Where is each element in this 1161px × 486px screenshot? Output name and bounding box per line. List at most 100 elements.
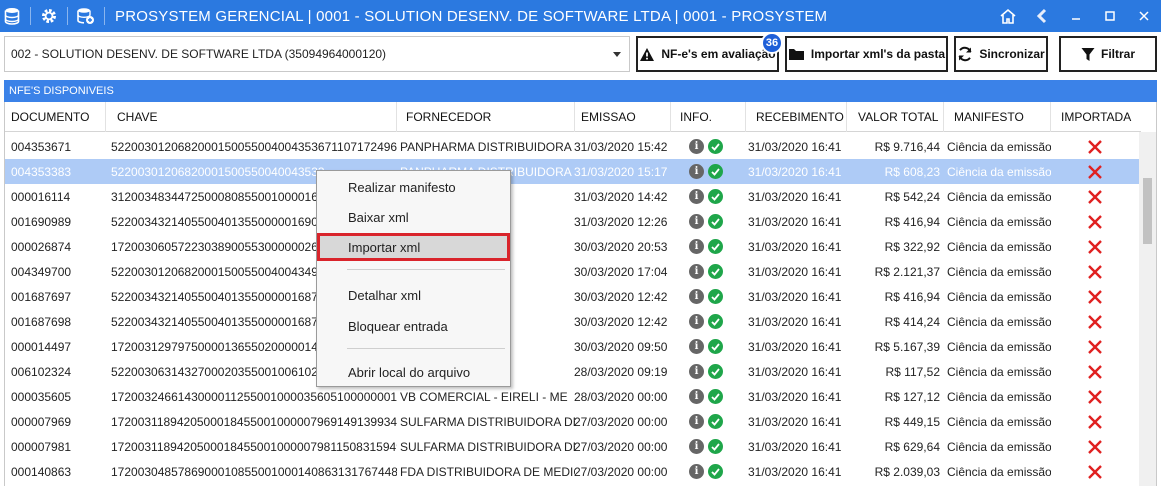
info-icon[interactable]: i [689,264,704,279]
column-header-valor-total[interactable]: VALOR TOTAL [847,102,944,132]
cell-valor: R$ 608,23 [884,164,940,179]
table-row[interactable]: 000035605 1720032466143000011255001000035… [5,384,1141,409]
check-circle-icon [708,414,723,429]
cell-recebimento: 31/03/2020 16:41 [748,189,842,204]
table-row[interactable]: 004349700 5220030120682000150055004004349… [5,259,1141,284]
menu-item-detalhar-xml[interactable]: Detalhar xml [318,282,509,308]
table-row[interactable]: 000014497 1720031297975000013655020000014… [5,334,1141,359]
cell-documento: 000140863 [11,464,72,479]
cell-emissao: 30/03/2020 20:53 [574,239,668,254]
check-circle-icon [708,164,723,179]
menu-item-baixar-xml[interactable]: Baixar xml [318,204,509,230]
info-icon[interactable]: i [689,364,704,379]
info-icon[interactable]: i [689,439,704,454]
menu-item-realizar-manifesto[interactable]: Realizar manifesto [318,174,509,200]
cell-fornecedor: PANPHARMA DISTRIBUIDORA DE [400,139,575,154]
column-header-documento[interactable]: DOCUMENTO [5,102,106,132]
cell-documento: 001690989 [11,214,72,229]
cell-info: i [689,409,739,434]
cell-documento: 004353671 [11,139,72,154]
table-row[interactable]: 000007981 1720031189420500018455001000007… [5,434,1141,459]
info-icon[interactable]: i [689,189,704,204]
column-header-manifesto[interactable]: MANIFESTO [944,102,1051,132]
close-icon[interactable] [1127,0,1161,32]
cell-importada [1087,259,1107,284]
company-select[interactable]: 002 - SOLUTION DESENV. DE SOFTWARE LTDA … [4,36,630,72]
cell-fornecedor: SULFARMA DISTRIBUIDORA DE [400,439,575,454]
minimize-icon[interactable] [1059,0,1093,32]
cell-recebimento: 31/03/2020 16:41 [748,389,842,404]
sync-button[interactable]: Sincronizar [954,36,1048,72]
back-icon[interactable] [1025,0,1059,32]
table-row[interactable]: 006102324 5220030631432700020355001006102… [5,359,1141,384]
column-header-importada[interactable]: IMPORTADA [1051,102,1141,132]
cell-info: i [689,134,739,159]
info-icon[interactable]: i [689,239,704,254]
column-header-chave[interactable]: CHAVE [106,102,397,132]
database-icon[interactable] [0,0,24,32]
info-icon[interactable]: i [689,339,704,354]
info-icon[interactable]: i [689,139,704,154]
info-icon[interactable]: i [689,214,704,229]
info-icon[interactable]: i [689,314,704,329]
context-menu: Realizar manifesto Baixar xml Importar x… [316,170,511,387]
cell-valor: R$ 117,52 [885,364,941,379]
table-row[interactable]: 000140863 1720030485786900010855001000140… [5,459,1141,484]
menu-item-importar-xml[interactable]: Importar xml [317,233,510,261]
cell-documento: 000026874 [11,239,72,254]
cell-emissao: 31/03/2020 12:26 [574,214,668,229]
cell-valor: R$ 449,15 [884,414,940,429]
maximize-icon[interactable] [1093,0,1127,32]
info-icon[interactable]: i [689,289,704,304]
cell-recebimento: 31/03/2020 16:41 [748,289,842,304]
menu-item-abrir-local-arquivo[interactable]: Abrir local do arquivo [318,359,509,385]
table-row[interactable]: 000026874 1720030605722303890055300000026… [5,234,1141,259]
scrollbar-thumb[interactable] [1143,178,1152,244]
table-row[interactable]: 001687698 5220034321405500401355000001687… [5,309,1141,334]
table-row[interactable]: 001687697 5220034321405500401355000001687… [5,284,1141,309]
cell-info: i [689,434,739,459]
grid-scrollbar[interactable] [1139,132,1156,486]
cell-emissao: 28/03/2020 00:00 [574,389,668,404]
not-imported-x-icon [1088,239,1102,254]
column-header-emissao[interactable]: EMISSAO [575,102,671,132]
not-imported-x-icon [1088,314,1102,329]
not-imported-x-icon [1088,339,1102,354]
cell-info: i [689,359,739,384]
info-icon[interactable]: i [689,164,704,179]
filter-button[interactable]: Filtrar [1059,36,1157,72]
cell-importada [1087,359,1107,384]
table-row[interactable]: 001690989 5220034321405500401355000001690… [5,209,1141,234]
home-icon[interactable] [991,0,1025,32]
table-row[interactable]: 004353671 5220030120682000150055004004353… [5,134,1141,159]
not-imported-x-icon [1088,189,1102,204]
column-header-recebimento[interactable]: RECEBIMENTO [746,102,847,132]
table-row[interactable]: 000007969 1720031189420500018455001000007… [5,409,1141,434]
info-icon[interactable]: i [689,414,704,429]
cell-manifesto: Ciência da emissão [947,339,1051,354]
cell-valor: R$ 414,24 [884,314,940,329]
cell-documento: 006102324 [11,364,72,379]
not-imported-x-icon [1088,439,1102,454]
nfe-evaluation-button[interactable]: NF-e's em avaliação 36 [636,32,783,72]
table-row[interactable]: 004353383 5220030120682000150055004004353… [5,159,1141,184]
cell-chave: 1720031189420500018455001000007981150831… [111,439,397,454]
cell-importada [1087,409,1107,434]
gear-icon[interactable] [37,0,61,32]
info-icon[interactable]: i [689,464,704,479]
database-sync-icon[interactable] [74,0,98,32]
info-icon[interactable]: i [689,389,704,404]
menu-item-bloquear-entrada[interactable]: Bloquear entrada [318,313,509,339]
cell-recebimento: 31/03/2020 16:41 [748,264,842,279]
check-circle-icon [708,389,723,404]
check-circle-icon [708,214,723,229]
import-folder-button[interactable]: Importar xml's da pasta [785,36,948,72]
nfe-evaluation-label: NF-e's em avaliação [661,47,776,61]
column-header-fornecedor[interactable]: FORNECEDOR [397,102,575,132]
check-circle-icon [708,139,723,154]
check-circle-icon [708,239,723,254]
cell-manifesto: Ciência da emissão [947,239,1051,254]
not-imported-x-icon [1088,414,1102,429]
table-row[interactable]: 000016114 3120034834472500080855001000016… [5,184,1141,209]
column-header-info[interactable]: INFO. [671,102,746,132]
